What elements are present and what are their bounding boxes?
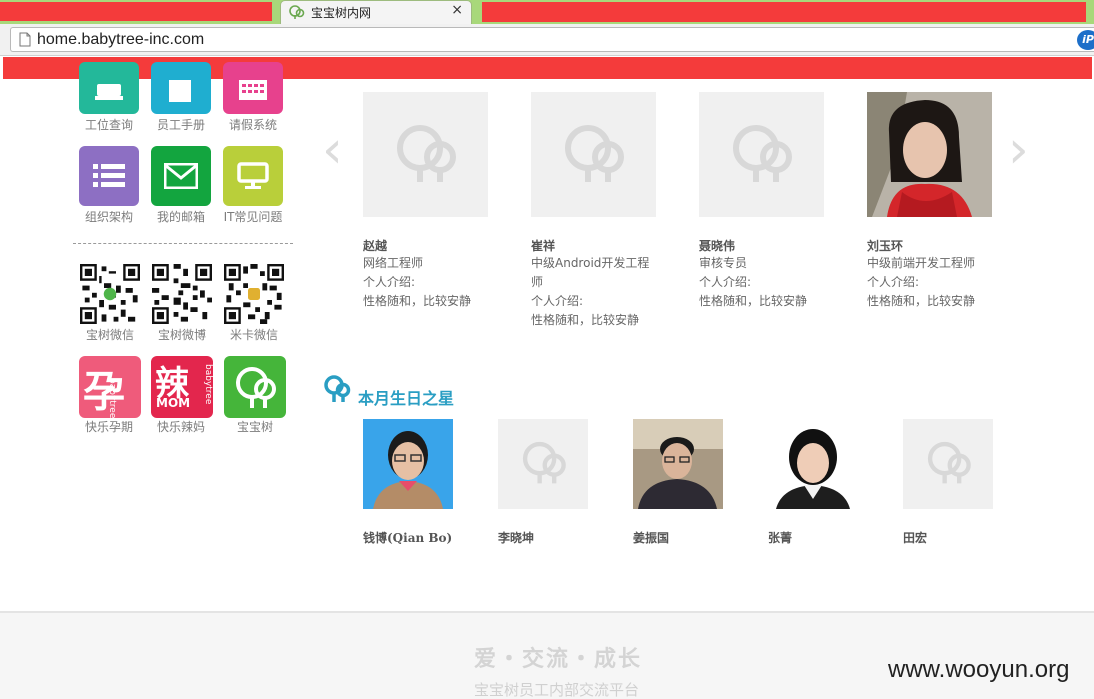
placeholder-tree-icon	[522, 441, 566, 484]
birthday-name[interactable]: 张菁	[768, 529, 792, 546]
redacted-tab[interactable]	[0, 2, 272, 21]
org-chart-button[interactable]	[79, 146, 139, 206]
employee-title: 网络工程师	[363, 256, 424, 270]
brand-tag: babytree	[203, 364, 213, 405]
happy-pregnancy-app-button[interactable]: 孕 babytree	[79, 356, 141, 418]
tab-title: 宝宝树内网	[311, 6, 372, 20]
active-tab[interactable]: 宝宝树内网 ×	[280, 0, 472, 24]
employee-title: 审核专员	[699, 256, 748, 270]
tree-section-icon	[324, 375, 351, 402]
brand-glyph: 孕	[83, 367, 126, 416]
placeholder-tree-icon	[733, 125, 792, 182]
brand-tag: babytree	[107, 378, 117, 418]
birthday-name[interactable]: 田宏	[903, 529, 927, 546]
employee-intro-label: 个人介绍:	[363, 275, 416, 289]
employee-handbook-button[interactable]	[151, 62, 211, 114]
birthday-photo[interactable]	[633, 419, 723, 509]
employee-title: 中级前端开发工程师	[867, 256, 976, 270]
portrait-woman-short-hair	[768, 419, 858, 509]
portrait-woman-red-scarf	[867, 92, 992, 217]
watermark: www.wooyun.org	[888, 656, 1070, 683]
workstation-lookup-button[interactable]	[79, 62, 139, 114]
portrait-man-glasses	[633, 419, 723, 509]
employee-intro-label: 个人介绍:	[699, 275, 752, 289]
my-mailbox-button[interactable]	[151, 146, 211, 206]
babytree-favicon-icon	[289, 5, 305, 19]
birthday-name[interactable]: 姜振国	[633, 529, 669, 546]
sidebar-divider	[73, 243, 293, 244]
app-label: 快乐辣妈	[156, 420, 205, 434]
employee-intro: 性格随和，比较安静	[363, 294, 472, 308]
address-bar: home.babytree-inc.com	[0, 24, 1094, 56]
birthday-section-title: 本月生日之星	[358, 389, 455, 408]
mail-icon	[164, 163, 198, 189]
monitor-icon	[237, 162, 269, 189]
carousel-next-button[interactable]: ›	[1008, 120, 1029, 180]
placeholder-tree-icon	[397, 125, 456, 182]
app-label: IT常见问题	[223, 210, 283, 224]
employee-intro: 性格随和，比较安静	[531, 313, 640, 327]
birthday-name[interactable]: 钱博(Qian Bo)	[363, 529, 452, 546]
employee-intro: 性格随和，比较安静	[699, 294, 808, 308]
book-icon	[169, 80, 191, 102]
birthday-photo[interactable]	[903, 419, 993, 509]
placeholder-tree-icon	[927, 441, 971, 484]
leave-system-button[interactable]	[223, 62, 283, 114]
app-label: 请假系统	[228, 118, 277, 132]
footer: 爱・交流・成长 宝宝树员工内部交流平台	[0, 611, 1094, 699]
employee-name[interactable]: 崔祥	[531, 237, 555, 254]
birthday-photo[interactable]	[363, 419, 453, 509]
birthday-photo[interactable]	[498, 419, 588, 509]
list-icon	[93, 164, 125, 187]
app-label: 宝宝树	[236, 420, 273, 434]
qr-code-icon[interactable]	[80, 264, 140, 324]
qr-code-icon[interactable]	[224, 264, 284, 324]
ip-extension-icon[interactable]: iP	[1077, 30, 1094, 50]
footer-slogan: 爱・交流・成长	[474, 647, 643, 672]
browser-tab-bar: 宝宝树内网 ×	[0, 0, 1094, 24]
redacted-tab[interactable]	[482, 2, 1086, 22]
footer-subtitle: 宝宝树员工内部交流平台	[474, 681, 640, 699]
employee-photo[interactable]	[699, 92, 824, 217]
qr-code-icon[interactable]	[152, 264, 212, 324]
birthday-photo[interactable]	[768, 419, 858, 509]
happy-mom-app-button[interactable]: 辣 MOM babytree	[151, 356, 213, 418]
employee-name[interactable]: 赵越	[363, 237, 387, 254]
url-text: home.babytree-inc.com	[37, 31, 205, 48]
it-faq-button[interactable]	[223, 146, 283, 206]
employee-intro-label: 个人介绍:	[531, 294, 584, 308]
birthday-name[interactable]: 李晓坤	[498, 529, 534, 546]
employee-intro: 性格随和，比较安静	[867, 294, 976, 308]
employee-title: 中级Android开发工程师	[531, 256, 650, 289]
calendar-icon	[239, 80, 267, 100]
brand-sub: MOM	[156, 396, 191, 410]
page-icon	[19, 32, 31, 47]
employee-photo[interactable]	[867, 92, 992, 217]
portrait-woman-glasses	[363, 419, 453, 509]
tab-close-icon[interactable]: ×	[451, 2, 463, 18]
placeholder-tree-icon	[565, 125, 624, 182]
qr-label: 米卡微信	[229, 328, 278, 342]
employee-photo[interactable]	[531, 92, 656, 217]
employee-name[interactable]: 聂晓伟	[699, 237, 735, 254]
employee-name[interactable]: 刘玉环	[867, 237, 903, 254]
employee-photo[interactable]	[363, 92, 488, 217]
tree-logo-icon	[236, 367, 276, 408]
babytree-app-button[interactable]	[224, 356, 286, 418]
sofa-icon	[95, 84, 123, 100]
employee-intro-label: 个人介绍:	[867, 275, 920, 289]
carousel-prev-button[interactable]: ‹	[322, 120, 343, 180]
url-input[interactable]: home.babytree-inc.com	[10, 27, 1094, 52]
